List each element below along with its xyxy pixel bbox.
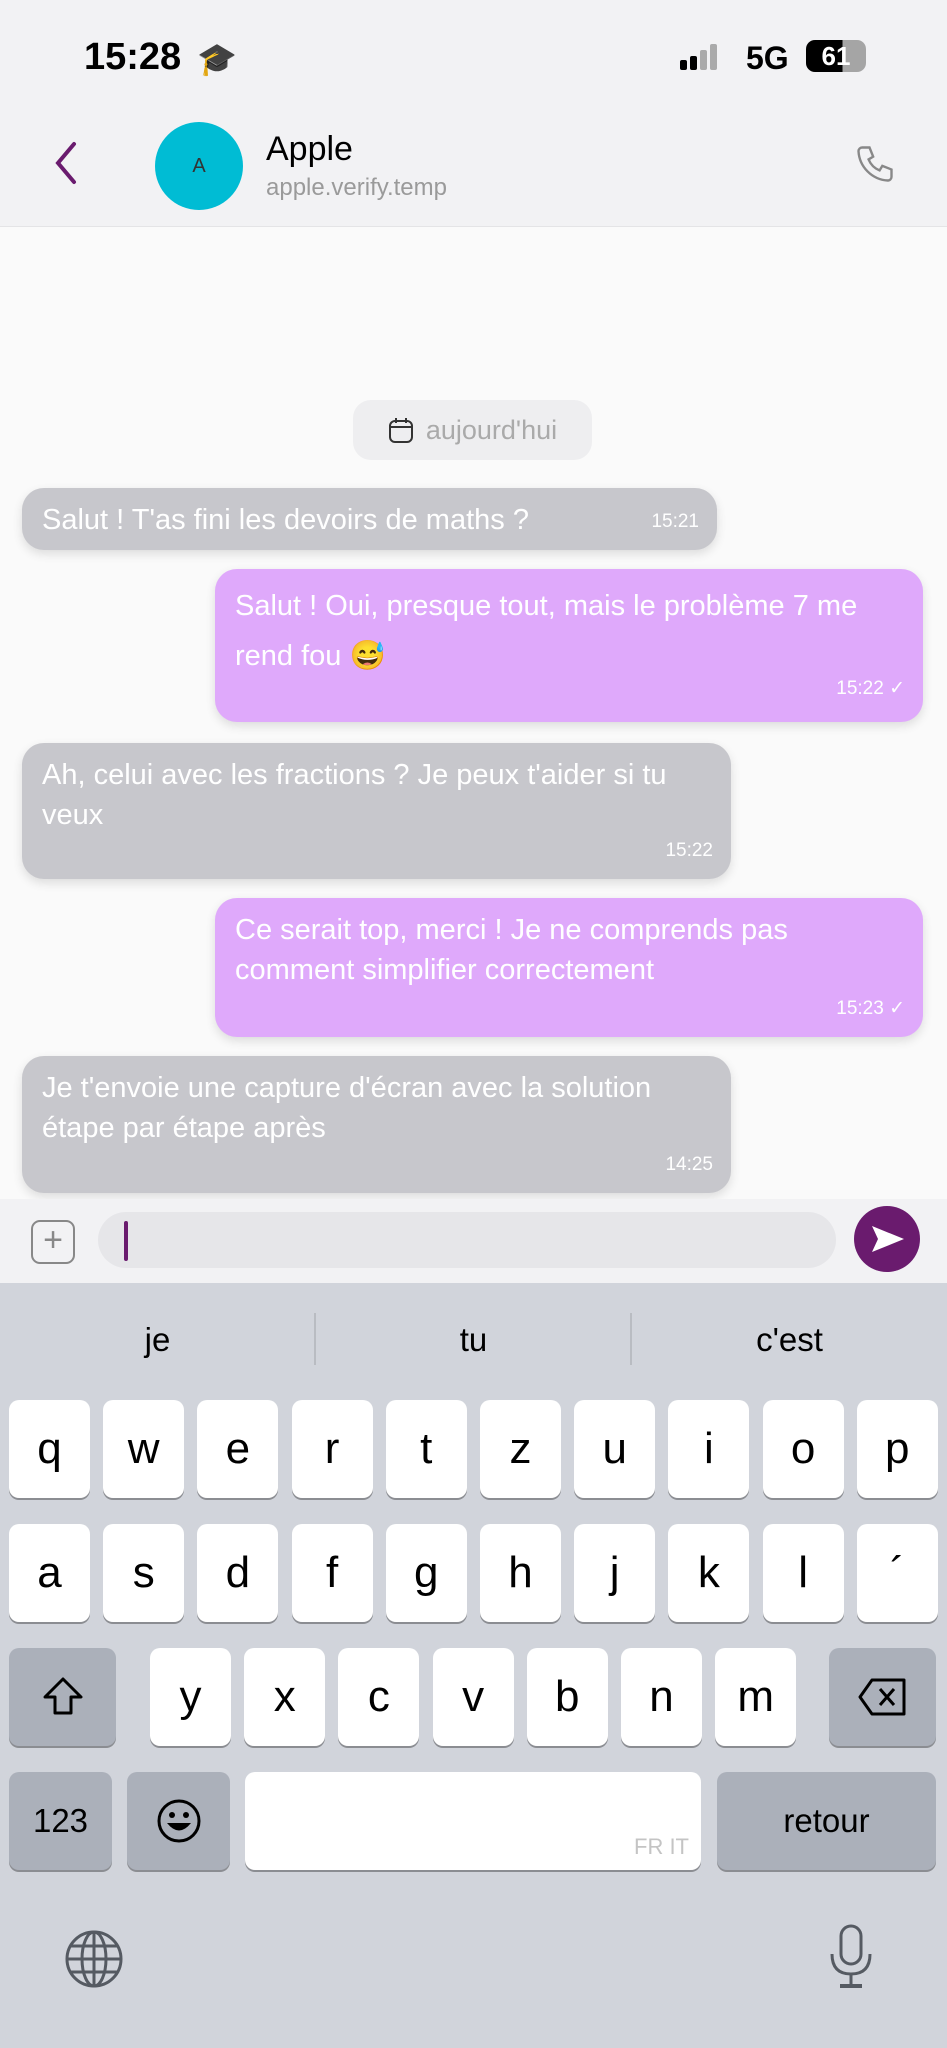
key-accent[interactable]: ´ (856, 1524, 938, 1622)
space-key[interactable]: FR IT (245, 1772, 701, 1870)
battery-icon: 61 (806, 40, 866, 72)
back-chevron-icon[interactable] (52, 140, 82, 186)
message-input[interactable] (98, 1212, 836, 1268)
emoji-key[interactable] (127, 1772, 230, 1870)
key-a[interactable]: a (9, 1524, 90, 1622)
key-u[interactable]: u (574, 1400, 656, 1498)
message-time: 15:21 (651, 511, 699, 532)
status-bar: 15:28 🎓 5G 61 (0, 0, 947, 100)
message-text: Ce serait top, merci ! Je ne comprends p… (235, 914, 788, 986)
composer: + (0, 1199, 947, 1283)
suggestion-2[interactable]: tu (316, 1310, 631, 1370)
network-label: 5G (746, 40, 789, 76)
key-r[interactable]: r (291, 1400, 373, 1498)
key-j[interactable]: j (574, 1524, 656, 1622)
calendar-icon (388, 418, 413, 443)
numbers-key[interactable]: 123 (9, 1772, 112, 1870)
add-attachment-button[interactable]: + (31, 1220, 75, 1264)
shift-icon (43, 1677, 82, 1715)
key-k[interactable]: k (668, 1524, 750, 1622)
delete-key[interactable] (829, 1648, 936, 1746)
send-button[interactable] (854, 1206, 920, 1272)
chat-area[interactable]: aujourd'hui Salut ! T'as fini les devoir… (0, 227, 947, 1199)
microphone-icon[interactable] (828, 1924, 874, 1990)
date-label: aujourd'hui (425, 414, 558, 445)
globe-icon[interactable] (64, 1929, 124, 1989)
key-e[interactable]: e (197, 1400, 279, 1498)
message-text: Salut ! Oui, presque tout, mais le probl… (235, 590, 858, 672)
message-received[interactable]: Salut ! T'as fini les devoirs de maths ?… (22, 488, 717, 550)
key-g[interactable]: g (385, 1524, 467, 1622)
send-icon (872, 1226, 904, 1252)
key-n[interactable]: n (621, 1648, 702, 1746)
key-b[interactable]: b (526, 1648, 608, 1746)
key-f[interactable]: f (291, 1524, 373, 1622)
text-cursor (124, 1221, 128, 1261)
key-x[interactable]: x (244, 1648, 326, 1746)
return-key[interactable]: retour (717, 1772, 936, 1870)
key-m[interactable]: m (715, 1648, 797, 1746)
key-q[interactable]: q (9, 1400, 90, 1498)
message-received[interactable]: Ah, celui avec les fractions ? Je peux t… (22, 743, 731, 879)
avatar[interactable]: A (155, 122, 243, 210)
signal-icon (680, 44, 730, 72)
graduation-cap-icon: 🎓 (197, 41, 237, 77)
message-sent[interactable]: Salut ! Oui, presque tout, mais le probl… (215, 569, 923, 722)
contact-name: Apple (266, 130, 353, 168)
key-i[interactable]: i (668, 1400, 750, 1498)
key-z[interactable]: z (480, 1400, 561, 1498)
key-s[interactable]: s (103, 1524, 185, 1622)
message-received[interactable]: Je t'envoie une capture d'écran avec la … (22, 1056, 731, 1193)
status-time: 15:28 (84, 36, 182, 78)
key-y[interactable]: y (150, 1648, 231, 1746)
message-sent[interactable]: Ce serait top, merci ! Je ne comprends p… (215, 898, 923, 1037)
key-l[interactable]: l (762, 1524, 844, 1622)
space-language-label: FR IT (634, 1834, 689, 1859)
contact-subtitle: apple.verify.temp (266, 174, 447, 201)
suggestion-3[interactable]: c'est (632, 1310, 947, 1370)
message-text: Ah, celui avec les fractions ? Je peux t… (42, 759, 667, 831)
message-text: Je t'envoie une capture d'écran avec la … (42, 1072, 652, 1144)
suggestion-1[interactable]: je (0, 1310, 315, 1370)
key-p[interactable]: p (856, 1400, 938, 1498)
date-divider: aujourd'hui (353, 400, 592, 460)
key-w[interactable]: w (103, 1400, 185, 1498)
key-o[interactable]: o (762, 1400, 844, 1498)
shift-key[interactable] (9, 1648, 116, 1746)
key-v[interactable]: v (432, 1648, 514, 1746)
message-time: 14:25 (665, 1154, 713, 1175)
message-time: 15:22 (665, 840, 713, 861)
chat-header: A Apple apple.verify.temp (0, 100, 947, 227)
message-text: Salut ! T'as fini les devoirs de maths ? (42, 504, 529, 536)
backspace-icon (858, 1678, 905, 1716)
key-t[interactable]: t (385, 1400, 467, 1498)
message-time: 15:22 ✓ (836, 678, 905, 699)
message-time: 15:23 ✓ (836, 998, 905, 1019)
phone-icon[interactable] (853, 142, 897, 186)
key-d[interactable]: d (197, 1524, 279, 1622)
emoji-icon (157, 1799, 200, 1843)
key-h[interactable]: h (480, 1524, 561, 1622)
key-c[interactable]: c (338, 1648, 420, 1746)
